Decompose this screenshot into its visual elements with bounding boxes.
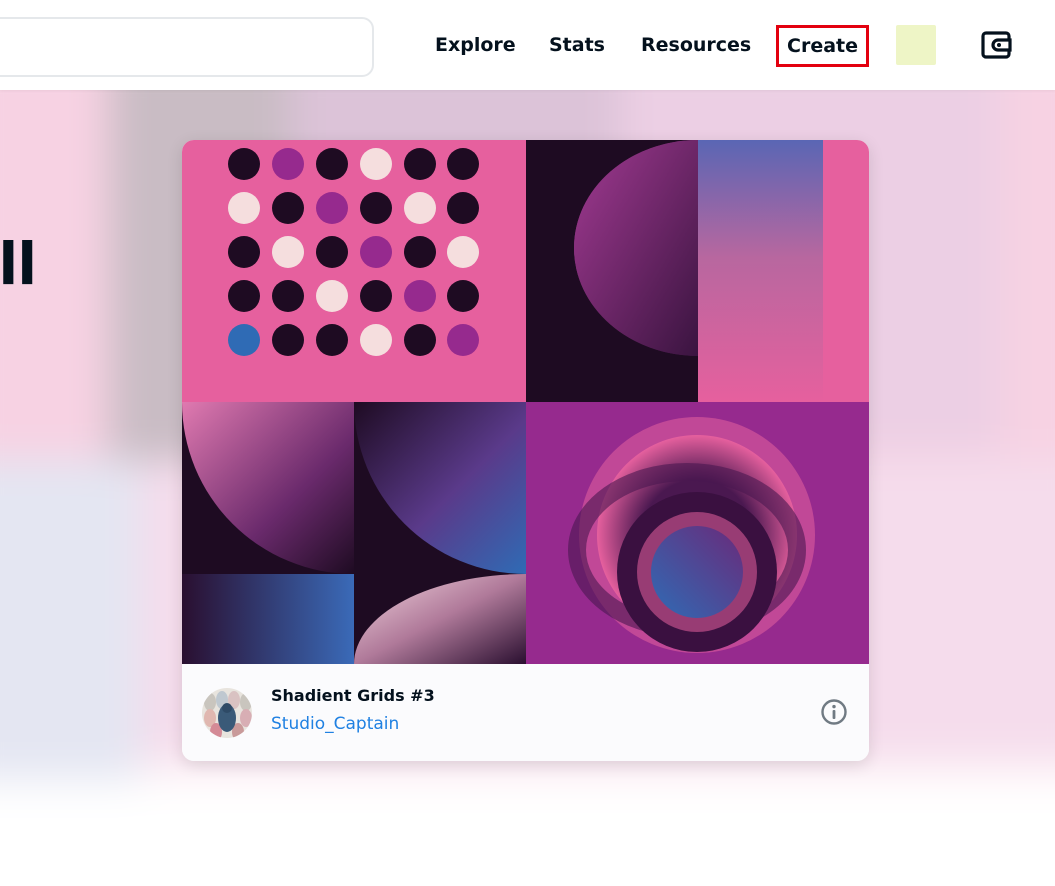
nav-stats-link[interactable]: Stats xyxy=(549,30,605,60)
nav-resources-link[interactable]: Resources xyxy=(641,30,751,60)
featured-nft-card[interactable]: Shadient Grids #3 Studio_Captain xyxy=(182,140,869,761)
wallet-icon[interactable] xyxy=(980,28,1014,62)
creator-avatar[interactable] xyxy=(202,688,252,738)
hero-title: ell xyxy=(0,230,37,298)
nft-artwork-image[interactable] xyxy=(182,140,869,664)
profile-avatar-button[interactable] xyxy=(896,25,936,65)
nav-explore-link[interactable]: Explore xyxy=(435,30,516,60)
top-navigation-bar: Explore Stats Resources Create xyxy=(0,0,1055,90)
search-input[interactable] xyxy=(0,17,374,77)
info-icon[interactable] xyxy=(820,698,848,726)
nav-create-link[interactable]: Create xyxy=(776,25,869,67)
nft-creator-link[interactable]: Studio_Captain xyxy=(271,714,399,734)
nft-card-footer: Shadient Grids #3 Studio_Captain xyxy=(182,664,869,761)
nft-title[interactable]: Shadient Grids #3 xyxy=(271,686,435,705)
